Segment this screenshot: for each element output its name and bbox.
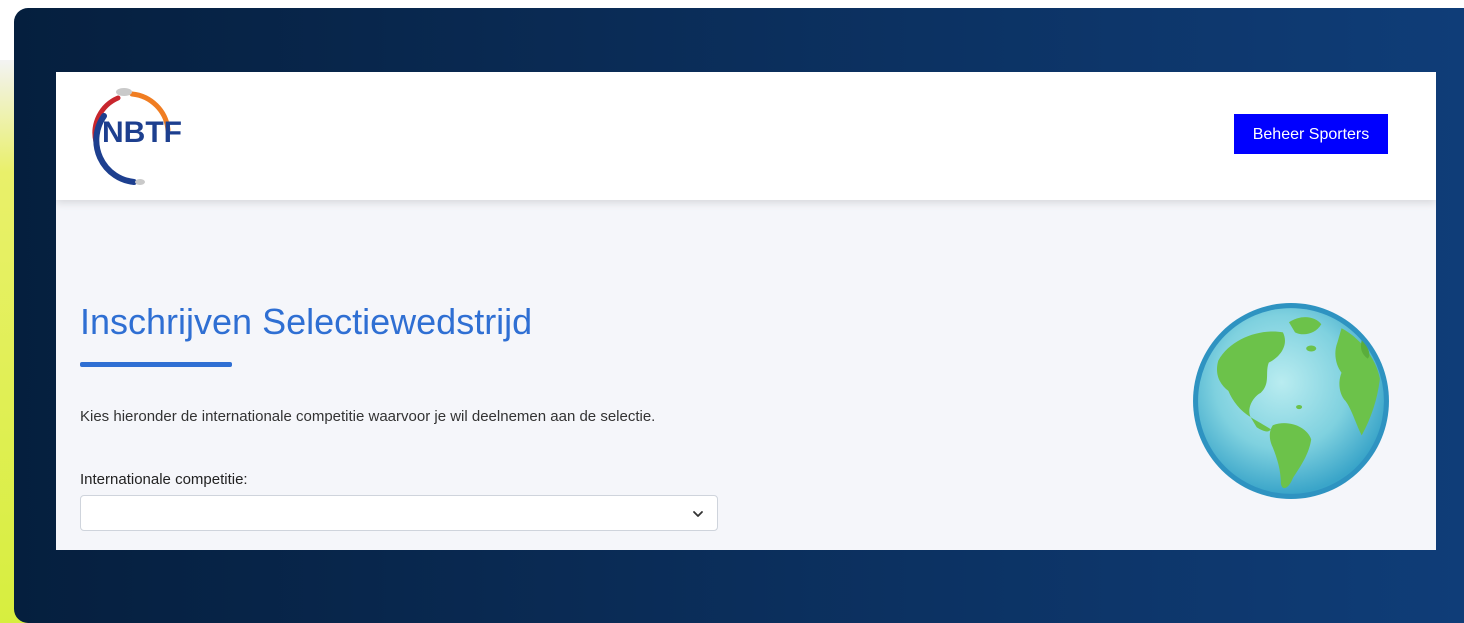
web-page: NBTF Beheer Sporters Inschrijven Selecti…	[56, 72, 1436, 550]
globe-icon	[1193, 303, 1389, 499]
manage-athletes-button[interactable]: Beheer Sporters	[1234, 114, 1388, 154]
chevron-down-icon	[693, 511, 703, 517]
title-underline	[80, 362, 232, 367]
intro-text: Kies hieronder de internationale competi…	[80, 408, 656, 425]
site-header: NBTF Beheer Sporters	[56, 72, 1436, 200]
browser-window: NBTF Beheer Sporters Inschrijven Selecti…	[14, 8, 1464, 623]
competition-label: Internationale competitie:	[80, 471, 248, 488]
nbtf-logo[interactable]: NBTF	[74, 80, 184, 190]
competition-select[interactable]	[80, 495, 718, 531]
main-content: Inschrijven Selectiewedstrijd Kies hiero…	[80, 200, 1180, 550]
page-title: Inschrijven Selectiewedstrijd	[80, 301, 533, 342]
